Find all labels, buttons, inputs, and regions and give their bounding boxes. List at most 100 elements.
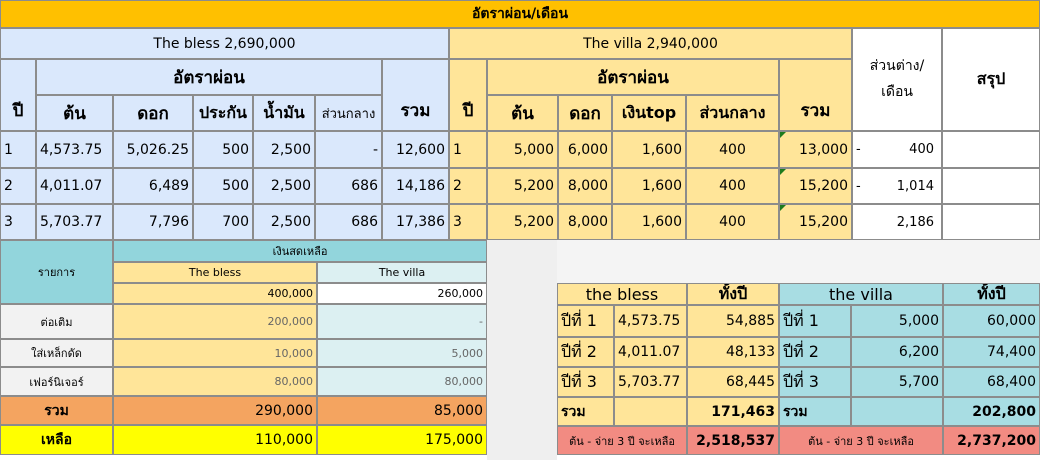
cash-item-label[interactable]: รายการ bbox=[0, 240, 113, 304]
bless-row3-interest[interactable]: 7,796 bbox=[113, 204, 193, 240]
cash-row2-bless[interactable]: 10,000 bbox=[113, 339, 317, 367]
bless-row2-principal[interactable]: 4,011.07 bbox=[36, 168, 113, 204]
cash-villa-label[interactable]: The villa bbox=[317, 262, 487, 283]
villa-row1-common[interactable]: 400 bbox=[686, 131, 779, 168]
bless-header[interactable]: The bless 2,690,000 bbox=[0, 28, 449, 59]
villa-row2-topup[interactable]: 1,600 bbox=[612, 168, 686, 204]
cash-villa-remain[interactable]: 175,000 bbox=[317, 425, 487, 455]
summary-row2[interactable] bbox=[942, 168, 1040, 204]
villa-row3-common[interactable]: 400 bbox=[686, 204, 779, 240]
yearly-villa-total-empty[interactable] bbox=[851, 397, 943, 426]
villa-row3-principal[interactable]: 5,200 bbox=[487, 204, 558, 240]
bless-row1-total[interactable]: 12,600 bbox=[382, 131, 449, 168]
villa-col-year[interactable]: ปี bbox=[449, 59, 487, 131]
villa-row2-year[interactable]: 2 bbox=[449, 168, 487, 204]
cash-bless-total[interactable]: 290,000 bbox=[113, 396, 317, 425]
cash-row1-bless[interactable]: 200,000 bbox=[113, 304, 317, 339]
villa-row1-interest[interactable]: 6,000 bbox=[558, 131, 612, 168]
yearly-row2-villa-month[interactable]: 6,200 bbox=[851, 337, 943, 367]
cash-total-label[interactable]: รวม bbox=[0, 396, 113, 425]
yearly-row2-bless-year[interactable]: 48,133 bbox=[687, 337, 779, 367]
yearly-row3-bless-year[interactable]: 68,445 bbox=[687, 367, 779, 397]
cash-row3-villa[interactable]: 80,000 bbox=[317, 367, 487, 396]
cash-row1-label[interactable]: ต่อเติม bbox=[0, 304, 113, 339]
yearly-row1-bless-year[interactable]: 54,885 bbox=[687, 305, 779, 337]
villa-row3-total[interactable]: 15,200 bbox=[779, 204, 852, 240]
bless-row1-water[interactable]: 2,500 bbox=[253, 131, 315, 168]
yearly-villa-allyear[interactable]: ทั้งปี bbox=[943, 283, 1040, 305]
cash-bless-remain[interactable]: 110,000 bbox=[113, 425, 317, 455]
yearly-row2-bless-month[interactable]: 4,011.07 bbox=[614, 337, 687, 367]
yearly-row1-villa-year[interactable]: 60,000 bbox=[943, 305, 1040, 337]
yearly-row2-label[interactable]: ปีที่ 2 bbox=[557, 337, 614, 367]
diff-row1[interactable]: - 400 bbox=[852, 131, 942, 168]
villa-col-principal[interactable]: ต้น bbox=[487, 95, 558, 131]
villa-row3-year[interactable]: 3 bbox=[449, 204, 487, 240]
villa-col-topup[interactable]: เงินtop bbox=[612, 95, 686, 131]
villa-row1-principal[interactable]: 5,000 bbox=[487, 131, 558, 168]
yearly-bless-total-label[interactable]: รวม bbox=[557, 397, 614, 426]
bless-row2-common[interactable]: 686 bbox=[315, 168, 382, 204]
yearly-row1-villa-month[interactable]: 5,000 bbox=[851, 305, 943, 337]
yearly-row3-label[interactable]: ปีที่ 3 bbox=[557, 367, 614, 397]
yearly-bless-allyear[interactable]: ทั้งปี bbox=[687, 283, 779, 305]
bless-row2-water[interactable]: 2,500 bbox=[253, 168, 315, 204]
bless-row1-interest[interactable]: 5,026.25 bbox=[113, 131, 193, 168]
villa-col-total[interactable]: รวม bbox=[779, 59, 852, 131]
bless-row1-insurance[interactable]: 500 bbox=[193, 131, 253, 168]
yearly-row1-bless-month[interactable]: 4,573.75 bbox=[614, 305, 687, 337]
yearly-villa-total-label[interactable]: รวม bbox=[779, 397, 851, 426]
bless-row3-insurance[interactable]: 700 bbox=[193, 204, 253, 240]
bless-row1-principal[interactable]: 4,573.75 bbox=[36, 131, 113, 168]
bless-col-interest[interactable]: ดอก bbox=[113, 95, 193, 131]
bless-col-insurance[interactable]: ประกัน bbox=[193, 95, 253, 131]
cash-row2-label[interactable]: ใส่เหล็กดัด bbox=[0, 339, 113, 367]
bless-row3-common[interactable]: 686 bbox=[315, 204, 382, 240]
villa-col-common[interactable]: ส่วนกลาง bbox=[686, 95, 779, 131]
diff-row3[interactable]: 2,186 bbox=[852, 204, 942, 240]
cash-row1-villa[interactable]: - bbox=[317, 304, 487, 339]
yearly-row1-label[interactable]: ปีที่ 1 bbox=[557, 305, 614, 337]
villa-row2-interest[interactable]: 8,000 bbox=[558, 168, 612, 204]
villa-col-interest[interactable]: ดอก bbox=[558, 95, 612, 131]
cash-bless-label[interactable]: The bless bbox=[113, 262, 317, 283]
yearly-bless-total[interactable]: 171,463 bbox=[687, 397, 779, 426]
diff-header[interactable]: ส่วนต่าง/ เดือน bbox=[852, 28, 942, 131]
cash-villa-total[interactable]: 85,000 bbox=[317, 396, 487, 425]
villa-row3-topup[interactable]: 1,600 bbox=[612, 204, 686, 240]
yearly-bless-remain[interactable]: 2,518,537 bbox=[687, 426, 779, 455]
bless-col-total[interactable]: รวม bbox=[382, 59, 449, 131]
villa-row3-interest[interactable]: 8,000 bbox=[558, 204, 612, 240]
yearly-row3-villa-year[interactable]: 68,400 bbox=[943, 367, 1040, 397]
bless-row2-total[interactable]: 14,186 bbox=[382, 168, 449, 204]
cash-row2-villa[interactable]: 5,000 bbox=[317, 339, 487, 367]
bless-row3-total[interactable]: 17,386 bbox=[382, 204, 449, 240]
bless-row2-insurance[interactable]: 500 bbox=[193, 168, 253, 204]
cash-row3-bless[interactable]: 80,000 bbox=[113, 367, 317, 396]
villa-header[interactable]: The villa 2,940,000 bbox=[449, 28, 852, 59]
villa-row2-principal[interactable]: 5,200 bbox=[487, 168, 558, 204]
villa-row2-common[interactable]: 400 bbox=[686, 168, 779, 204]
yearly-bless-total-empty[interactable] bbox=[614, 397, 687, 426]
yearly-villa-label[interactable]: the villa bbox=[779, 283, 943, 305]
bless-col-water[interactable]: น้ำมัน bbox=[253, 95, 315, 131]
yearly-row3-bless-month[interactable]: 5,703.77 bbox=[614, 367, 687, 397]
villa-rate-label[interactable]: อัตราผ่อน bbox=[487, 59, 779, 95]
cash-row3-label[interactable]: เฟอร์นิเจอร์ bbox=[0, 367, 113, 396]
yearly-villa-total[interactable]: 202,800 bbox=[943, 397, 1040, 426]
bless-row3-water[interactable]: 2,500 bbox=[253, 204, 315, 240]
bless-col-principal[interactable]: ต้น bbox=[36, 95, 113, 131]
bless-row3-year[interactable]: 3 bbox=[0, 204, 36, 240]
bless-row3-principal[interactable]: 5,703.77 bbox=[36, 204, 113, 240]
diff-row2[interactable]: - 1,014 bbox=[852, 168, 942, 204]
villa-row2-total[interactable]: 15,200 bbox=[779, 168, 852, 204]
villa-row1-total[interactable]: 13,000 bbox=[779, 131, 852, 168]
yearly-row3-villa-month[interactable]: 5,700 bbox=[851, 367, 943, 397]
bless-row2-interest[interactable]: 6,489 bbox=[113, 168, 193, 204]
sheet-title[interactable]: อัตราผ่อน/เดือน bbox=[0, 0, 1040, 28]
bless-row2-year[interactable]: 2 bbox=[0, 168, 36, 204]
bless-col-year[interactable]: ปี bbox=[0, 59, 36, 131]
yearly-row3-villa-label[interactable]: ปีที่ 3 bbox=[779, 367, 851, 397]
villa-row1-year[interactable]: 1 bbox=[449, 131, 487, 168]
cash-header[interactable]: เงินสดเหลือ bbox=[113, 240, 487, 262]
